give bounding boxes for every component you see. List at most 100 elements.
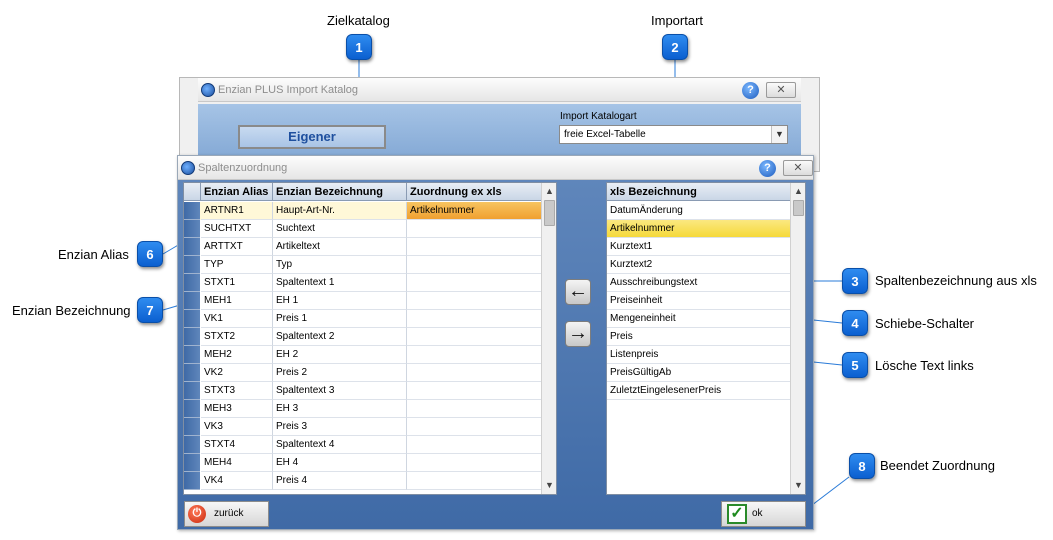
row-selector[interactable] [184, 364, 200, 382]
row-selector[interactable] [184, 274, 200, 292]
alias-cell[interactable]: STXT3 [201, 382, 273, 400]
table-row[interactable]: VK1 Preis 1 [184, 310, 542, 328]
alias-cell[interactable]: MEH2 [201, 346, 273, 364]
row-selector[interactable] [184, 292, 200, 310]
chevron-down-icon[interactable]: ▼ [771, 126, 787, 143]
xls-column-item[interactable]: Kurztext1 [607, 238, 791, 256]
xls-column-item[interactable]: Artikelnummer [607, 220, 791, 238]
table-row[interactable]: VK4 Preis 4 [184, 472, 542, 490]
alias-cell[interactable]: MEH1 [201, 292, 273, 310]
row-selector[interactable] [184, 472, 200, 490]
xls-column-item[interactable]: PreisGültigAb [607, 364, 791, 382]
row-selector[interactable] [184, 418, 200, 436]
close-icon[interactable]: ✕ [766, 82, 796, 98]
header-xls-bezeichnung[interactable]: xls Bezeichnung [607, 183, 791, 201]
help-icon[interactable]: ? [759, 160, 776, 177]
xls-column-item[interactable]: Preis [607, 328, 791, 346]
header-zuordnung[interactable]: Zuordnung ex xls [407, 183, 542, 201]
row-selector[interactable] [184, 346, 200, 364]
xls-column-item[interactable]: Kurztext2 [607, 256, 791, 274]
scroll-thumb[interactable] [544, 200, 555, 226]
bezeichnung-cell[interactable]: EH 1 [273, 292, 407, 310]
zuordnung-cell[interactable] [407, 274, 542, 292]
zuordnung-cell[interactable] [407, 436, 542, 454]
row-selector[interactable] [184, 382, 200, 400]
xls-column-item[interactable]: Listenpreis [607, 346, 791, 364]
table-row[interactable]: STXT4 Spaltentext 4 [184, 436, 542, 454]
left-scrollbar[interactable]: ▲ ▼ [541, 183, 556, 494]
alias-cell[interactable]: SUCHTXT [201, 220, 273, 238]
header-enzian-alias[interactable]: Enzian Alias [201, 183, 273, 201]
move-left-button[interactable]: ← [565, 279, 591, 305]
right-scrollbar[interactable]: ▲ ▼ [790, 183, 805, 494]
zuordnung-cell[interactable] [407, 400, 542, 418]
row-selector[interactable] [184, 238, 200, 256]
bezeichnung-cell[interactable]: Preis 4 [273, 472, 407, 490]
alias-cell[interactable]: VK2 [201, 364, 273, 382]
alias-cell[interactable]: TYP [201, 256, 273, 274]
scroll-up-icon[interactable]: ▲ [542, 183, 556, 199]
scroll-down-icon[interactable]: ▼ [791, 477, 805, 493]
zuordnung-cell[interactable] [407, 328, 542, 346]
zuordnung-cell[interactable] [407, 454, 542, 472]
alias-cell[interactable]: ARTTXT [201, 238, 273, 256]
alias-cell[interactable]: VK4 [201, 472, 273, 490]
table-row[interactable]: MEH2 EH 2 [184, 346, 542, 364]
move-right-button[interactable]: → [565, 321, 591, 347]
bezeichnung-cell[interactable]: Spaltentext 1 [273, 274, 407, 292]
zuordnung-cell[interactable] [407, 238, 542, 256]
bezeichnung-cell[interactable]: Suchtext [273, 220, 407, 238]
table-row[interactable]: MEH1 EH 1 [184, 292, 542, 310]
bezeichnung-cell[interactable]: Spaltentext 4 [273, 436, 407, 454]
zuordnung-cell[interactable] [407, 310, 542, 328]
row-selector[interactable] [184, 400, 200, 418]
row-selector[interactable] [184, 256, 200, 274]
zuordnung-cell[interactable] [407, 418, 542, 436]
zuordnung-cell[interactable] [407, 292, 542, 310]
xls-column-item[interactable]: Preiseinheit [607, 292, 791, 310]
xls-column-item[interactable]: ZuletztEingelesenerPreis [607, 382, 791, 400]
target-catalog-field[interactable]: Eigener [238, 125, 386, 149]
import-type-select[interactable]: freie Excel-Tabelle ▼ [559, 125, 788, 144]
bezeichnung-cell[interactable]: Spaltentext 3 [273, 382, 407, 400]
alias-cell[interactable]: VK3 [201, 418, 273, 436]
bezeichnung-cell[interactable]: Spaltentext 2 [273, 328, 407, 346]
xls-column-item[interactable]: Ausschreibungstext [607, 274, 791, 292]
table-row[interactable]: ARTNR1 Haupt-Art-Nr. Artikelnummer [184, 202, 542, 220]
scroll-down-icon[interactable]: ▼ [542, 477, 556, 493]
row-selector[interactable] [184, 220, 200, 238]
xls-column-item[interactable]: DatumÄnderung [607, 202, 791, 220]
bezeichnung-cell[interactable]: EH 3 [273, 400, 407, 418]
xls-column-item[interactable]: Mengeneinheit [607, 310, 791, 328]
table-row[interactable]: MEH4 EH 4 [184, 454, 542, 472]
bezeichnung-cell[interactable]: Artikeltext [273, 238, 407, 256]
alias-cell[interactable]: STXT2 [201, 328, 273, 346]
bezeichnung-cell[interactable]: EH 2 [273, 346, 407, 364]
table-row[interactable]: TYP Typ [184, 256, 542, 274]
row-selector[interactable] [184, 436, 200, 454]
bezeichnung-cell[interactable]: Preis 1 [273, 310, 407, 328]
alias-cell[interactable]: ARTNR1 [201, 202, 273, 220]
table-row[interactable]: VK3 Preis 3 [184, 418, 542, 436]
table-row[interactable]: VK2 Preis 2 [184, 364, 542, 382]
scroll-thumb[interactable] [793, 200, 804, 216]
help-icon[interactable]: ? [742, 82, 759, 99]
alias-cell[interactable]: STXT1 [201, 274, 273, 292]
alias-cell[interactable]: STXT4 [201, 436, 273, 454]
bezeichnung-cell[interactable]: Typ [273, 256, 407, 274]
row-selector[interactable] [184, 202, 200, 220]
close-icon[interactable]: ✕ [783, 160, 813, 176]
ok-button[interactable]: ✓ ok [721, 501, 806, 527]
table-row[interactable]: STXT2 Spaltentext 2 [184, 328, 542, 346]
row-selector[interactable] [184, 328, 200, 346]
header-enzian-bezeichnung[interactable]: Enzian Bezeichnung [273, 183, 407, 201]
zuordnung-cell[interactable] [407, 220, 542, 238]
alias-cell[interactable]: MEH4 [201, 454, 273, 472]
zuordnung-cell[interactable]: Artikelnummer [407, 202, 542, 220]
zuordnung-cell[interactable] [407, 364, 542, 382]
row-selector[interactable] [184, 310, 200, 328]
table-row[interactable]: STXT3 Spaltentext 3 [184, 382, 542, 400]
bezeichnung-cell[interactable]: EH 4 [273, 454, 407, 472]
bezeichnung-cell[interactable]: Preis 3 [273, 418, 407, 436]
row-selector[interactable] [184, 454, 200, 472]
